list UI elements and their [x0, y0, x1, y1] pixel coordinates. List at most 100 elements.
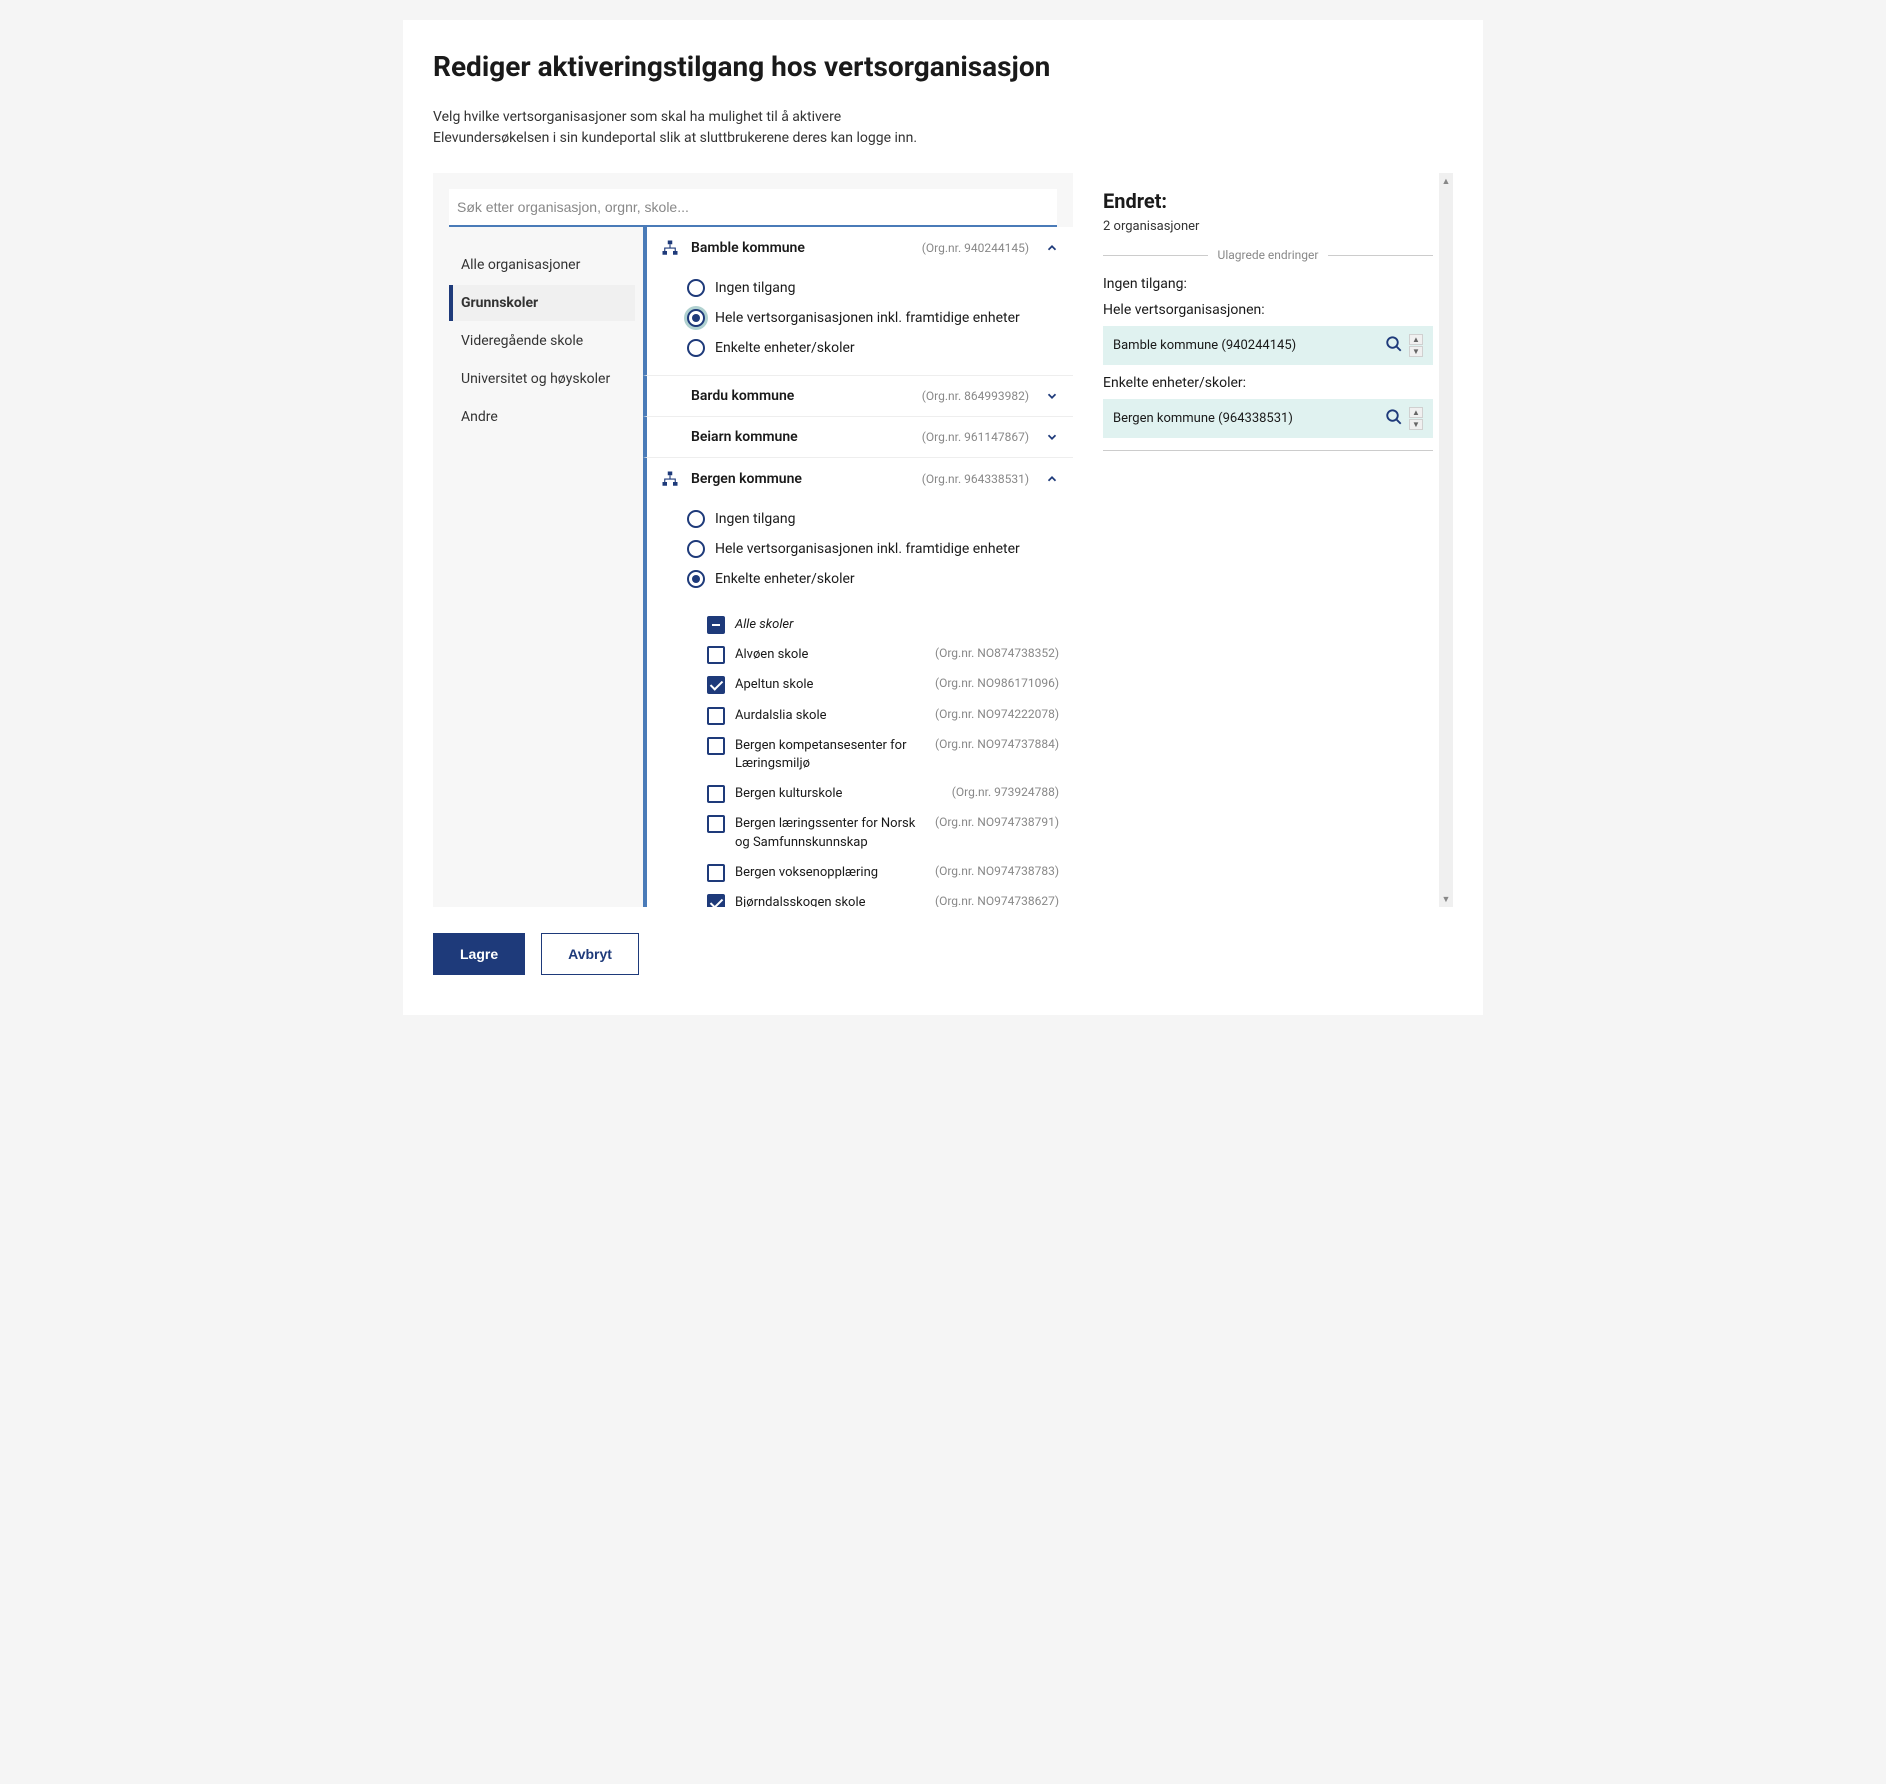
changes-title: Endret: [1103, 189, 1433, 213]
checkbox-icon [707, 894, 725, 907]
scroll-down-icon[interactable]: ▼ [1439, 891, 1453, 907]
school-row[interactable]: Bergen voksenopplæring(Org.nr. NO9747387… [707, 858, 1059, 888]
school-name: Bergen voksenopplæring [735, 864, 935, 882]
radio-label: Enkelte enheter/skoler [715, 340, 855, 356]
sidebar-item-3[interactable]: Universitet og høyskoler [449, 361, 635, 397]
school-name: Bergen kompetansesenter for Læringsmiljø [735, 737, 935, 773]
chevron-down-icon [1045, 389, 1059, 403]
radio-icon [687, 540, 705, 558]
stepper-up-icon[interactable]: ▲ [1409, 334, 1423, 345]
org-name: Beiarn kommune [691, 429, 922, 445]
school-name: Bergen læringssenter for Norsk og Samfun… [735, 815, 935, 851]
org-item: Bardu kommune(Org.nr. 864993982) [643, 376, 1073, 417]
checkbox-icon [707, 815, 725, 833]
changes-whole-label: Hele vertsorganisasjonen: [1103, 302, 1433, 318]
school-number: (Org.nr. NO974738627) [935, 894, 1059, 907]
intro-text: Velg hvilke vertsorganisasjoner som skal… [433, 107, 1453, 149]
changes-some-label: Enkelte enheter/skoler: [1103, 375, 1433, 391]
org-item: Bergen kommune(Org.nr. 964338531) Ingen t… [643, 458, 1073, 907]
org-item: Bamble kommune(Org.nr. 940244145) Ingen t… [643, 227, 1073, 376]
chevron-up-icon [1045, 241, 1059, 255]
org-header[interactable]: Bardu kommune(Org.nr. 864993982) [647, 376, 1073, 416]
school-name: Alvøen skole [735, 646, 935, 664]
org-number: (Org.nr. 964338531) [922, 472, 1029, 486]
checkbox-icon [707, 676, 725, 694]
scroll-up-icon[interactable]: ▲ [1439, 173, 1453, 189]
school-row[interactable]: Bjørndalsskogen skole(Org.nr. NO97473862… [707, 888, 1059, 907]
school-row[interactable]: Bergen kulturskole(Org.nr. 973924788) [707, 779, 1059, 809]
stepper-down-icon[interactable]: ▼ [1409, 346, 1423, 357]
org-number: (Org.nr. 864993982) [922, 389, 1029, 403]
radio-label: Enkelte enheter/skoler [715, 571, 855, 587]
stepper-up-icon[interactable]: ▲ [1409, 407, 1423, 418]
sidebar-item-2[interactable]: Videregående skole [449, 323, 635, 359]
radio-icon [687, 339, 705, 357]
org-item: Beiarn kommune(Org.nr. 961147867) [643, 417, 1073, 458]
search-icon[interactable] [1385, 408, 1403, 430]
chevron-down-icon [1045, 430, 1059, 444]
search-icon[interactable] [1385, 335, 1403, 357]
radio-icon [687, 570, 705, 588]
radio-whole[interactable]: Hele vertsorganisasjonen inkl. framtidig… [687, 534, 1073, 564]
chevron-up-icon [1045, 472, 1059, 486]
changes-count: 2 organisasjoner [1103, 219, 1433, 234]
school-row[interactable]: Alvøen skole(Org.nr. NO874738352) [707, 640, 1059, 670]
intro-line-1: Velg hvilke vertsorganisasjoner som skal… [433, 107, 1453, 128]
changes-none-label: Ingen tilgang: [1103, 276, 1433, 292]
school-number: (Org.nr. NO986171096) [935, 676, 1059, 690]
org-header[interactable]: Bamble kommune(Org.nr. 940244145) [647, 227, 1073, 269]
all-schools-label: Alle skoler [735, 616, 1059, 634]
radio-label: Hele vertsorganisasjonen inkl. framtidig… [715, 541, 1020, 557]
school-name: Aurdalslia skole [735, 707, 935, 725]
radio-label: Hele vertsorganisasjonen inkl. framtidig… [715, 310, 1020, 326]
save-button[interactable]: Lagre [433, 933, 525, 975]
school-number: (Org.nr. NO974222078) [935, 707, 1059, 721]
school-number: (Org.nr. NO974738783) [935, 864, 1059, 878]
radio-none[interactable]: Ingen tilgang [687, 273, 1073, 303]
radio-some[interactable]: Enkelte enheter/skoler [687, 564, 1073, 594]
sidebar-item-1[interactable]: Grunnskoler [449, 285, 635, 321]
org-name: Bergen kommune [691, 471, 922, 487]
change-chip: Bergen kommune (964338531)▲▼ [1103, 399, 1433, 438]
sidebar-item-0[interactable]: Alle organisasjoner [449, 247, 635, 283]
org-header[interactable]: Bergen kommune(Org.nr. 964338531) [647, 458, 1073, 500]
org-header[interactable]: Beiarn kommune(Org.nr. 961147867) [647, 417, 1073, 457]
radio-none[interactable]: Ingen tilgang [687, 504, 1073, 534]
school-name: Bjørndalsskogen skole [735, 894, 935, 907]
school-number: (Org.nr. 973924788) [952, 785, 1059, 799]
school-row[interactable]: Aurdalslia skole(Org.nr. NO974222078) [707, 701, 1059, 731]
school-name: Apeltun skole [735, 676, 935, 694]
radio-icon [687, 510, 705, 528]
search-input[interactable] [449, 189, 1057, 227]
intro-line-2: Elevundersøkelsen i sin kundeportal slik… [433, 128, 1453, 149]
school-number: (Org.nr. NO974738791) [935, 815, 1059, 829]
hierarchy-icon [661, 470, 679, 488]
radio-label: Ingen tilgang [715, 280, 796, 296]
checkbox-indeterminate-icon [707, 616, 725, 634]
school-name: Bergen kulturskole [735, 785, 952, 803]
checkbox-icon [707, 785, 725, 803]
right-scrollbar[interactable]: ▲ ▼ [1439, 173, 1453, 907]
change-chip: Bamble kommune (940244145) ▲▼ [1103, 326, 1433, 365]
sidebar-item-4[interactable]: Andre [449, 399, 635, 435]
radio-some[interactable]: Enkelte enheter/skoler [687, 333, 1073, 363]
cancel-button[interactable]: Avbryt [541, 933, 639, 975]
stepper-down-icon[interactable]: ▼ [1409, 419, 1423, 430]
org-name: Bardu kommune [691, 388, 922, 404]
school-number: (Org.nr. NO974737884) [935, 737, 1059, 751]
unsaved-divider: Ulagrede endringer [1103, 248, 1433, 262]
school-row[interactable]: Bergen læringssenter for Norsk og Samfun… [707, 809, 1059, 857]
org-number: (Org.nr. 940244145) [922, 241, 1029, 255]
chip-label: Bamble kommune (940244145) [1113, 338, 1385, 353]
hierarchy-icon [661, 239, 679, 257]
school-row[interactable]: Apeltun skole(Org.nr. NO986171096) [707, 670, 1059, 700]
radio-icon [687, 309, 705, 327]
school-all-row[interactable]: Alle skoler [707, 610, 1059, 640]
checkbox-icon [707, 646, 725, 664]
radio-whole[interactable]: Hele vertsorganisasjonen inkl. framtidig… [687, 303, 1073, 333]
radio-icon [687, 279, 705, 297]
checkbox-icon [707, 864, 725, 882]
page-title: Rediger aktiveringstilgang hos vertsorga… [433, 50, 1453, 83]
org-name: Bamble kommune [691, 240, 922, 256]
school-row[interactable]: Bergen kompetansesenter for Læringsmiljø… [707, 731, 1059, 779]
